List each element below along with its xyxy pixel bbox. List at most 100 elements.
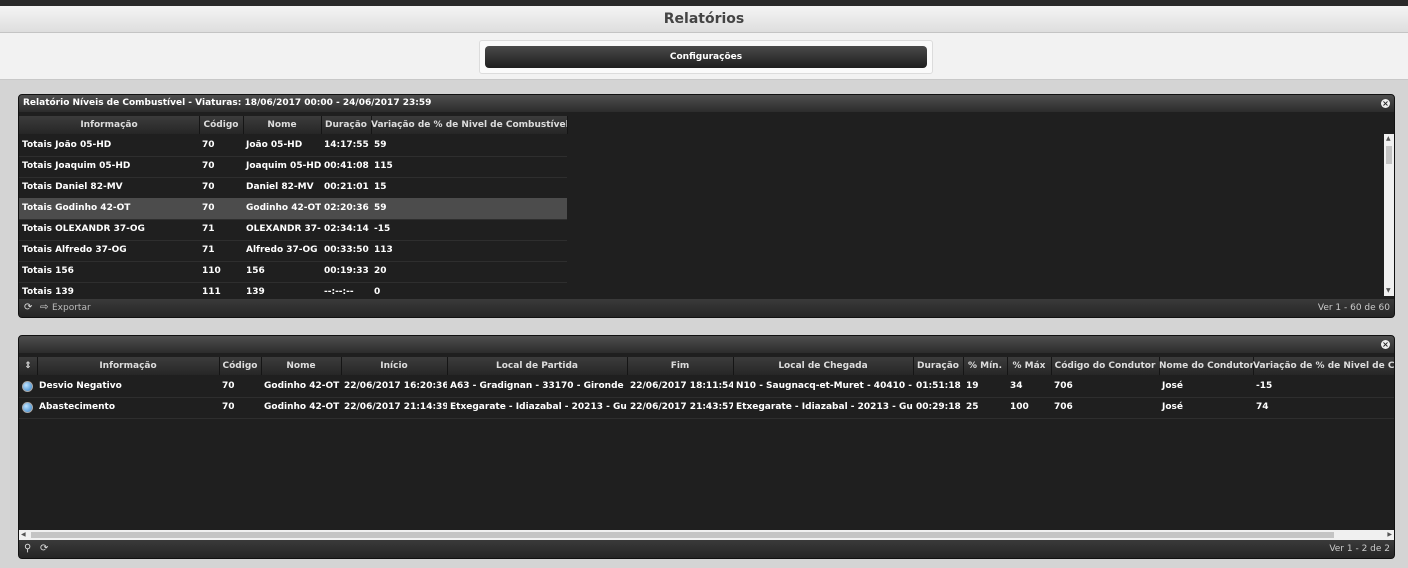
column-header[interactable]: Código [199, 116, 244, 134]
table-cell: João 05-HD [246, 140, 303, 150]
panel-title: Relatório Níveis de Combustível - Viatur… [23, 98, 432, 108]
table-cell: 71 [202, 245, 215, 255]
table-cell: Alfredo 37-OG [246, 245, 318, 255]
column-header[interactable]: Código [219, 357, 262, 375]
column-header[interactable]: Local de Chegada [733, 357, 914, 375]
table-row[interactable]: Desvio Negativo 70 Godinho 42-OT 22/06/2017… [19, 376, 1394, 398]
column-header[interactable]: Nome [243, 116, 322, 134]
column-header[interactable]: Variação de % de Nivel de Combustível [1253, 357, 1394, 375]
globe-icon [22, 402, 33, 413]
table-cell: 74 [1256, 402, 1269, 412]
table-cell: 156 [246, 266, 265, 276]
sort-indicator-icon[interactable]: ⇕ [19, 357, 38, 375]
column-header[interactable]: Duração [913, 357, 964, 375]
panel-header: × [19, 336, 1394, 353]
table-cell: 113 [374, 245, 393, 255]
table-cell: Totais Alfredo 37-OG [22, 245, 127, 255]
table-cell: Totais Joaquim 05-HD [22, 161, 131, 171]
close-icon[interactable]: × [1381, 99, 1390, 108]
table-cell: 00:21:01 [324, 182, 369, 192]
fuel-level-report-panel: Relatório Níveis de Combustível - Viatur… [18, 94, 1395, 318]
table-row[interactable]: Totais Joaquim 05-HD 70 Joaquim 05-HD 00:41… [19, 156, 567, 178]
event-details-panel: × ⇕ Informação Código Nome Início Local de Pa… [18, 335, 1395, 559]
column-header[interactable]: Informação [37, 357, 220, 375]
scrollbar-thumb[interactable] [1386, 146, 1392, 164]
table-cell: José [1162, 402, 1183, 412]
column-header[interactable]: Nome do Condutor [1159, 357, 1254, 375]
table-row[interactable]: Totais Godinho 42-OT 70 Godinho 42-OT 02:20… [19, 198, 567, 220]
configuracoes-button[interactable]: Configurações [485, 46, 927, 68]
column-header[interactable]: Duração [321, 116, 372, 134]
table-cell: 22/06/2017 21:43:57 [630, 402, 733, 412]
table-cell: 70 [222, 402, 235, 412]
table-cell: 115 [374, 161, 393, 171]
horizontal-scrollbar[interactable]: ◀ ▶ [19, 530, 1394, 540]
scroll-down-arrow-icon[interactable]: ▼ [1386, 287, 1391, 295]
table-cell: 22/06/2017 21:14:39 [344, 402, 447, 412]
table-row[interactable]: Totais João 05-HD 70 João 05-HD 14:17:55 59 [19, 135, 567, 157]
table-row[interactable]: Totais Alfredo 37-OG 71 Alfredo 37-OG 00:33… [19, 240, 567, 262]
table-cell: Totais João 05-HD [22, 140, 112, 150]
close-icon[interactable]: × [1381, 340, 1390, 349]
pager-text: Ver 1 - 60 de 60 [1317, 303, 1390, 313]
table-cell: 100 [1010, 402, 1029, 412]
table-cell: Totais OLEXANDR 37-OG [22, 224, 145, 234]
table-cell: 59 [374, 140, 387, 150]
column-header[interactable]: Código do Condutor [1051, 357, 1160, 375]
table-cell: 110 [202, 266, 221, 276]
refresh-icon[interactable]: ⟳ [24, 299, 32, 317]
column-header[interactable]: Variação de % de Nivel de Combustível [371, 116, 568, 134]
scroll-up-arrow-icon[interactable]: ▲ [1386, 135, 1391, 143]
config-button-frame: Configurações [479, 40, 933, 74]
table-cell: -15 [1256, 381, 1273, 391]
search-icon[interactable]: ⚲ [24, 540, 31, 558]
scroll-right-arrow-icon[interactable]: ▶ [1387, 531, 1392, 539]
table-cell: Godinho 42-OT [264, 381, 340, 391]
column-header[interactable]: % Mín. [963, 357, 1008, 375]
export-icon[interactable]: ⇨ [40, 299, 48, 317]
globe-icon [22, 381, 33, 392]
table-cell: 22/06/2017 18:11:54 [630, 381, 733, 391]
table-cell: 59 [374, 203, 387, 213]
table-cell: 70 [202, 203, 215, 213]
column-header[interactable]: Informação [19, 116, 200, 134]
table-cell: N10 - Saugnacq-et-Muret - 40410 - Landes… [736, 381, 913, 391]
table-row[interactable]: Totais OLEXANDR 37-OG 71 OLEXANDR 37-OG02:… [19, 219, 567, 241]
table-cell: Godinho 42-OT [264, 402, 340, 412]
panel-footer: ⟳ ⇨ Exportar Ver 1 - 60 de 60 [19, 299, 1394, 317]
scrollbar-thumb[interactable] [31, 532, 1334, 538]
table-row[interactable]: Abastecimento 70 Godinho 42-OT 22/06/2017 2… [19, 397, 1394, 419]
table-cell: José [1162, 381, 1183, 391]
table-cell: Totais Daniel 82-MV [22, 182, 123, 192]
table-header: ⇕ Informação Código Nome Início Local de Part… [19, 357, 1394, 375]
table-cell: 71 [202, 224, 215, 234]
table-row[interactable]: Totais Daniel 82-MV 70 Daniel 82-MV 00:21:0… [19, 177, 567, 199]
column-header[interactable]: Local de Partida [447, 357, 628, 375]
column-header[interactable]: % Máx [1007, 357, 1052, 375]
table-cell: Abastecimento [39, 402, 116, 412]
scroll-left-arrow-icon[interactable]: ◀ [21, 531, 26, 539]
table-cell: Totais 156 [22, 266, 74, 276]
column-header[interactable]: Fim [627, 357, 734, 375]
column-header[interactable]: Início [341, 357, 448, 375]
table-cell: 00:41:08 [324, 161, 369, 171]
table-cell: 00:19:33 [324, 266, 369, 276]
refresh-icon[interactable]: ⟳ [40, 540, 48, 558]
table-cell: 00:29:18 [916, 402, 961, 412]
table-cell: 00:33:50 [324, 245, 369, 255]
table-cell: 706 [1054, 381, 1073, 391]
table-cell: 25 [966, 402, 979, 412]
export-link[interactable]: Exportar [52, 299, 91, 317]
page-title: Relatórios [0, 6, 1408, 33]
table-cell: 70 [202, 161, 215, 171]
table-header: Informação Código Nome Duração Variação de %… [19, 116, 568, 134]
table-cell: 20 [374, 266, 387, 276]
table-cell: Godinho 42-OT [246, 203, 321, 213]
vertical-scrollbar[interactable]: ▲ ▼ [1384, 134, 1394, 296]
table-cell: Desvio Negativo [39, 381, 122, 391]
table-cell: 19 [966, 381, 979, 391]
table-row[interactable]: Totais 156 110 156 00:19:33 20 [19, 261, 567, 283]
table-cell: 70 [202, 140, 215, 150]
table-cell: 70 [202, 182, 215, 192]
column-header[interactable]: Nome [261, 357, 342, 375]
